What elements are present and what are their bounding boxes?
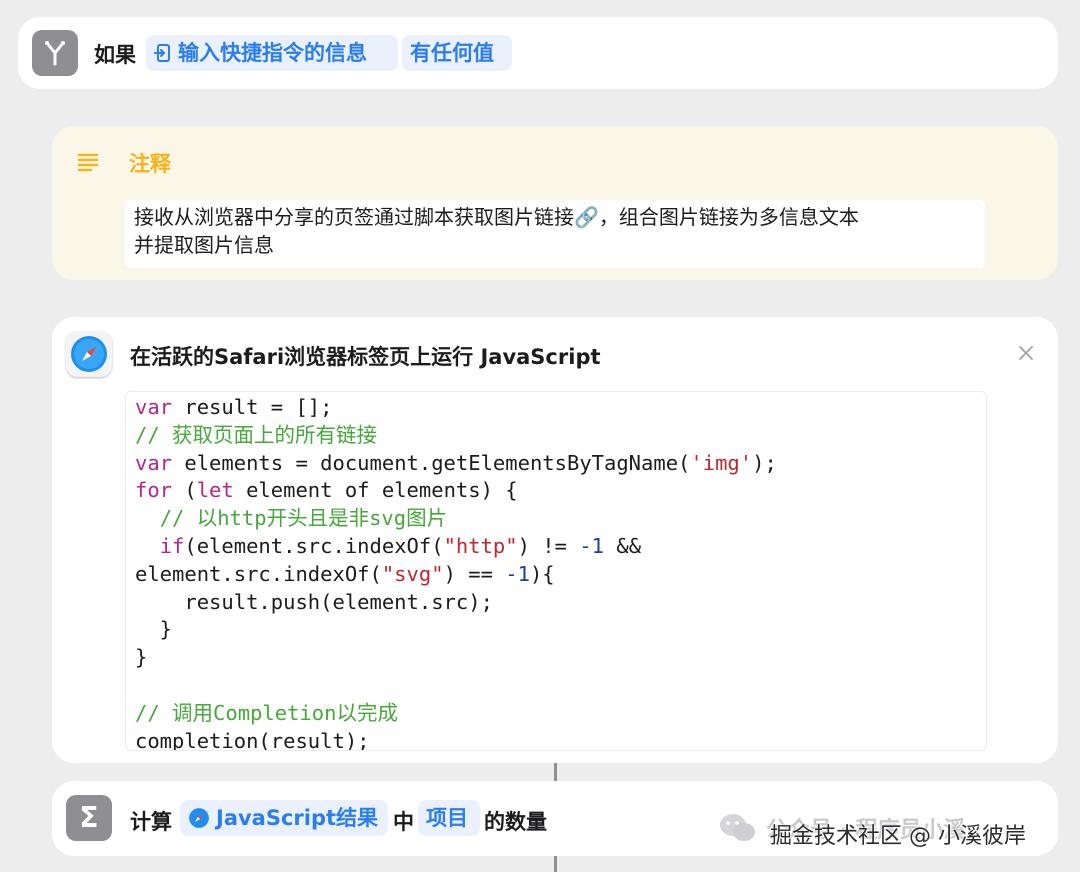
comment-action-card: 注释 接收从浏览器中分享的页签通过脚本获取图片链接🔗，组合图片链接为多信息文本 … — [52, 126, 1058, 280]
shortcut-input-token[interactable]: 输入快捷指令的信息 — [146, 35, 398, 71]
calc-in-word: 中 — [393, 810, 414, 834]
branch-icon — [32, 30, 78, 76]
javascript-result-label: JavaScript结果 — [216, 806, 379, 830]
comment-title: 注释 — [129, 152, 171, 176]
safari-mini-icon — [188, 807, 210, 829]
if-keyword: 如果 — [94, 43, 136, 67]
text-lines-icon — [77, 151, 99, 177]
input-arrow-icon — [154, 43, 172, 63]
comment-text-field[interactable]: 接收从浏览器中分享的页签通过脚本获取图片链接🔗，组合图片链接为多信息文本 并提取… — [125, 200, 985, 268]
shortcut-input-label: 输入快捷指令的信息 — [178, 41, 367, 65]
condition-token[interactable]: 有任何值 — [402, 35, 512, 71]
items-token[interactable]: 项目 — [418, 800, 480, 836]
sigma-icon: Σ — [66, 795, 112, 841]
run-javascript-action-card[interactable]: 在活跃的Safari浏览器标签页上运行 JavaScript var resul… — [52, 317, 1058, 763]
javascript-code: var result = []; // 获取页面上的所有链接 var eleme… — [135, 395, 777, 751]
watermark-line-2: 掘金技术社区 @ 小溪彼岸 — [770, 824, 1026, 849]
flow-connector — [554, 763, 557, 781]
if-action-card[interactable]: 如果 输入快捷指令的信息 有任何值 — [18, 17, 1058, 89]
safari-action-title: 在活跃的Safari浏览器标签页上运行 JavaScript — [130, 345, 601, 369]
javascript-result-token[interactable]: JavaScript结果 — [180, 800, 388, 836]
comment-text-line-1: 接收从浏览器中分享的页签通过脚本获取图片链接🔗，组合图片链接为多信息文本 — [134, 205, 859, 229]
close-icon[interactable] — [1018, 345, 1034, 365]
comment-text-line-2: 并提取图片信息 — [134, 233, 274, 257]
javascript-code-editor[interactable]: var result = []; // 获取页面上的所有链接 var eleme… — [125, 391, 987, 751]
calc-suffix: 的数量 — [484, 810, 547, 834]
safari-compass-icon — [66, 331, 112, 377]
flow-connector — [554, 856, 557, 872]
calc-keyword: 计算 — [130, 810, 172, 834]
wechat-icon — [718, 811, 758, 845]
